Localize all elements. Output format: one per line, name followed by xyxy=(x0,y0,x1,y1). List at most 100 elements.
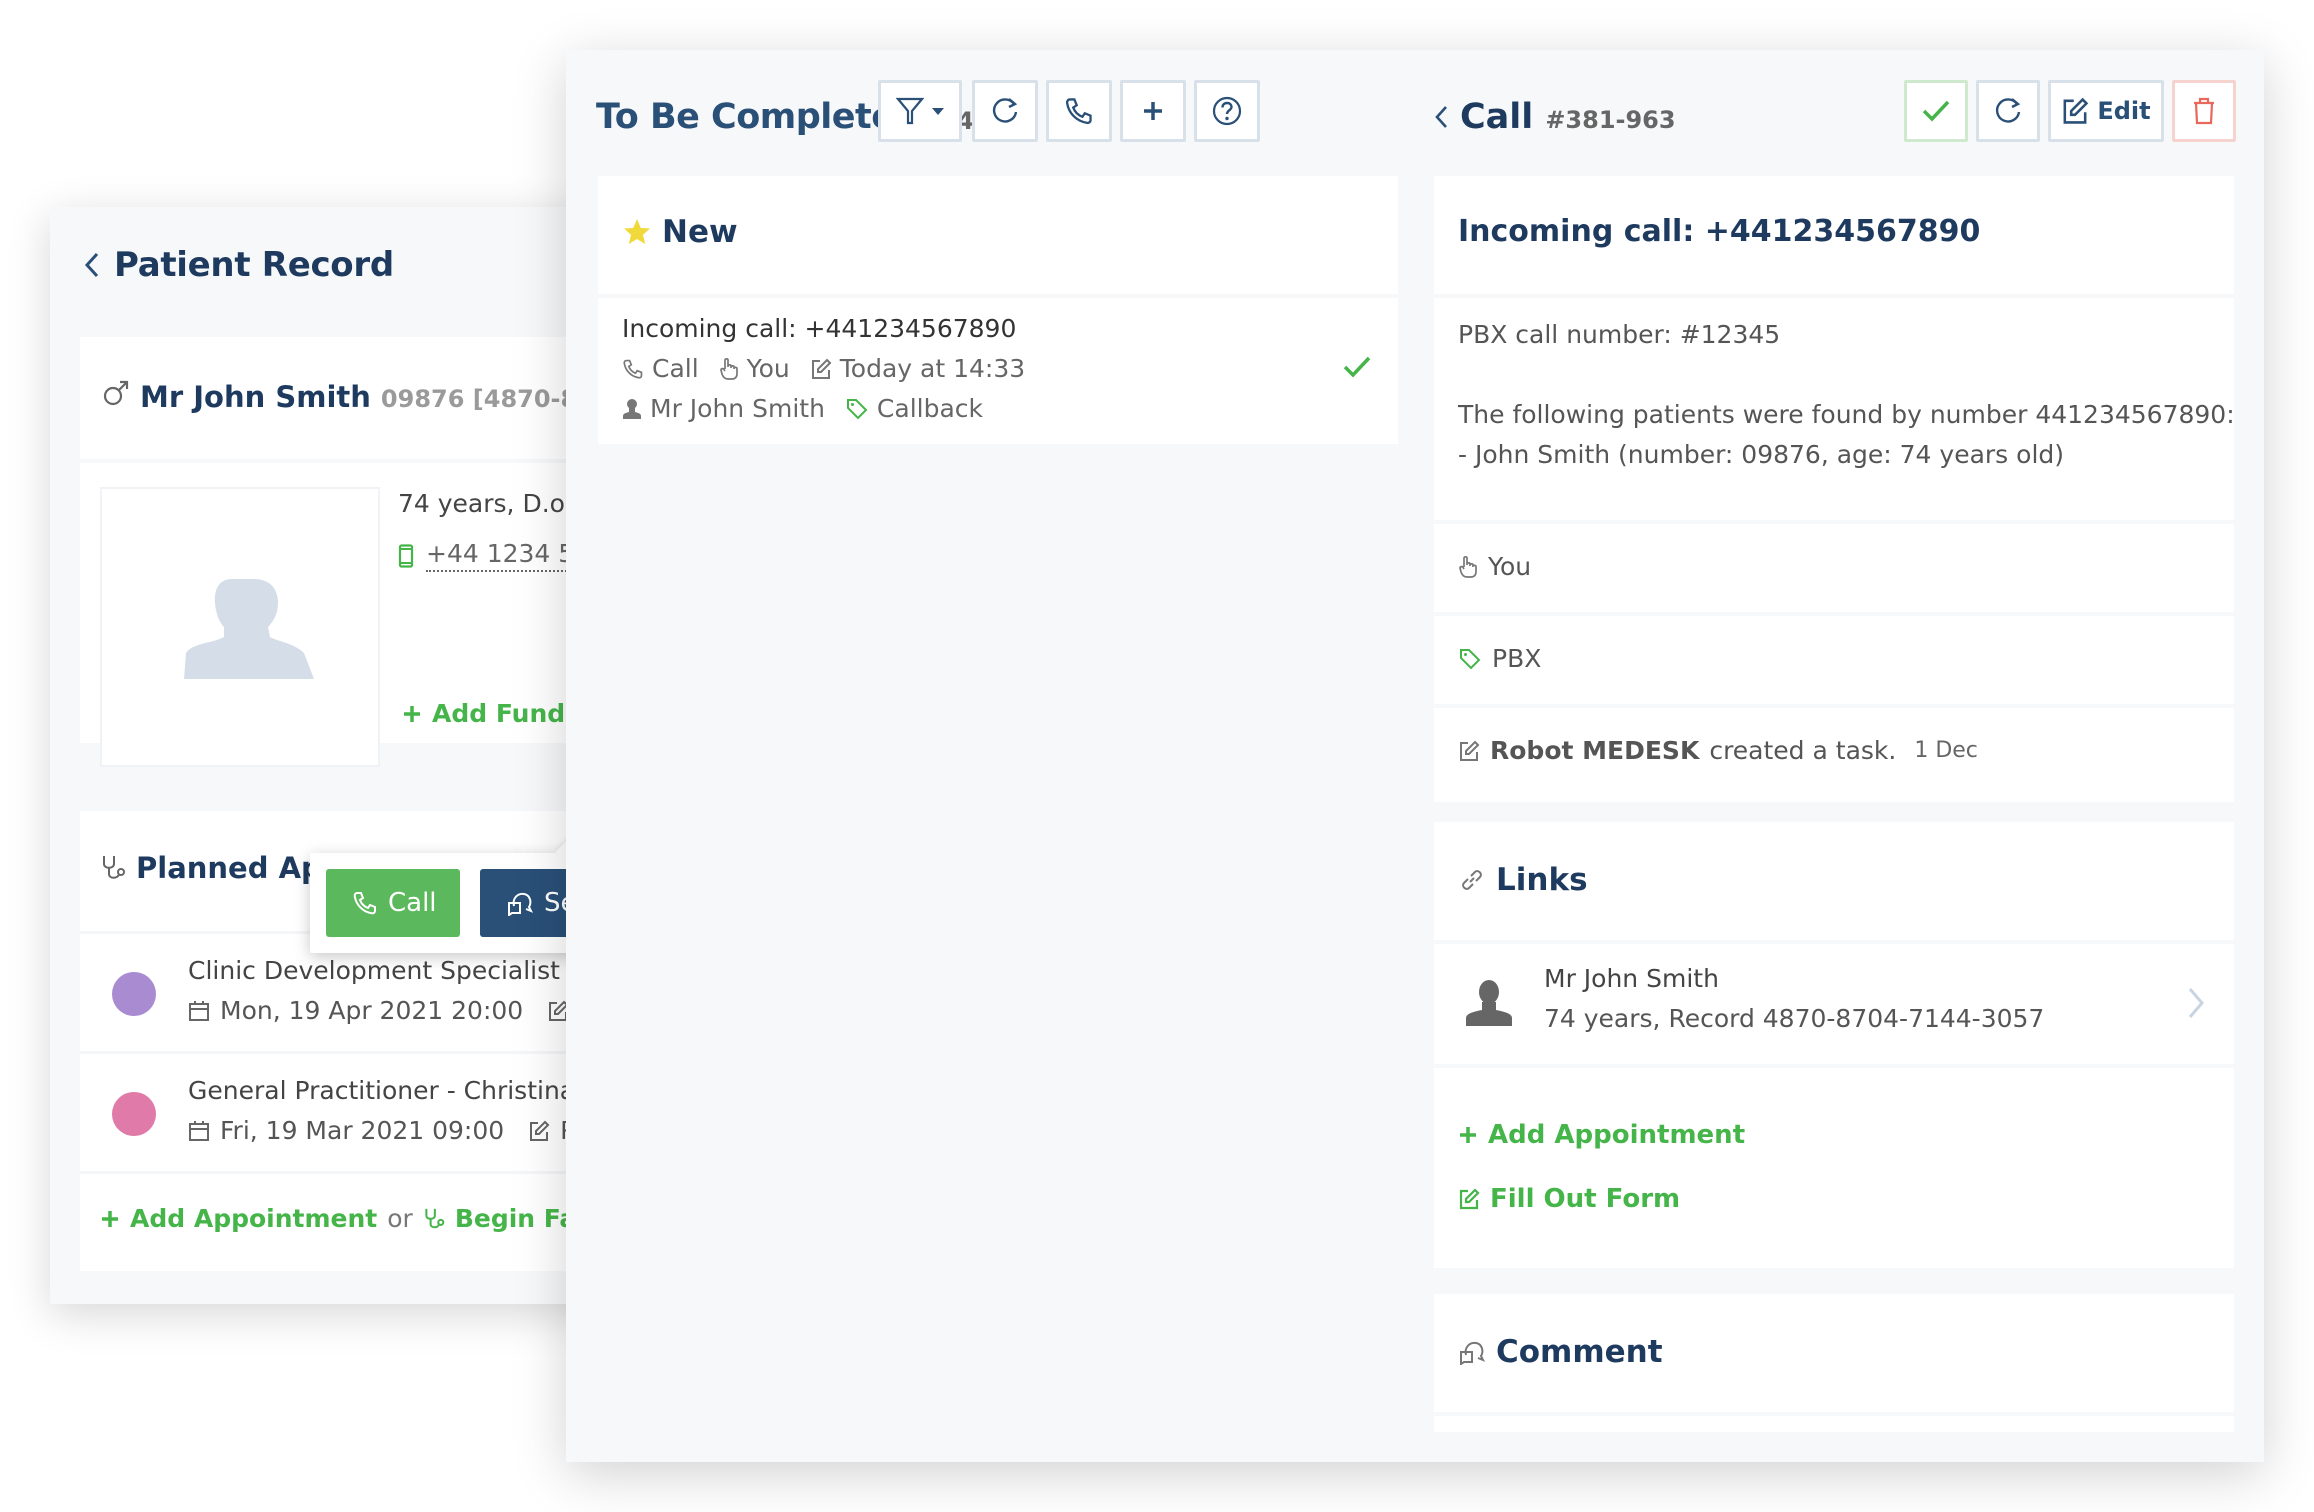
task-number: #381-963 xyxy=(1545,106,1676,134)
call-button[interactable] xyxy=(1046,80,1112,142)
stethoscope-icon xyxy=(100,854,126,882)
task-description-card: PBX call number: #12345 The following pa… xyxy=(1434,298,2235,520)
task-detail-header: Call #381-963 xyxy=(1434,84,1676,150)
task-type: Call xyxy=(652,354,699,383)
add-funds-label: Add Fund xyxy=(432,699,566,728)
linked-patient-details: 74 years, Record 4870-8704-7144-3057 xyxy=(1544,1004,2045,1033)
back-chevron-icon[interactable] xyxy=(1434,104,1448,130)
phone-icon xyxy=(622,358,644,380)
links-title: Links xyxy=(1496,862,1588,898)
description-line: PBX call number: #12345 xyxy=(1458,320,1781,349)
task-detail-title: Incoming call: +441234567890 xyxy=(1458,214,1981,249)
help-icon xyxy=(1211,95,1243,127)
appointment-title: General Practitioner - Christina xyxy=(188,1076,576,1105)
log-actor: Robot MEDESK xyxy=(1490,736,1700,765)
add-appointment-link[interactable]: Add Appointment xyxy=(130,1204,377,1233)
filter-icon xyxy=(896,96,924,126)
hand-pointer-icon xyxy=(1458,555,1478,579)
hand-pointer-icon xyxy=(719,357,739,381)
tag-icon xyxy=(1458,647,1482,671)
refresh-icon xyxy=(1993,96,2023,126)
checkmark-icon xyxy=(1921,98,1951,124)
task-actions-card: Add Appointment Fill Out Form xyxy=(1434,1068,2234,1268)
description-line: The following patients were found by num… xyxy=(1458,400,2235,429)
star-icon xyxy=(622,217,652,247)
task-assignee-row[interactable]: You xyxy=(1434,524,2234,612)
male-icon xyxy=(102,379,130,407)
add-task-button[interactable] xyxy=(1120,80,1186,142)
comment-title: Comment xyxy=(1496,1334,1663,1370)
task-tag-row[interactable]: PBX xyxy=(1434,616,2234,704)
page-title: Patient Record xyxy=(114,245,394,285)
task-created: Today at 14:33 xyxy=(839,354,1026,383)
checkmark-icon xyxy=(1342,354,1372,380)
patient-photo xyxy=(100,487,380,767)
task-patient: Mr John Smith xyxy=(650,394,825,423)
phone-number-link[interactable]: +44 1234 5 xyxy=(426,539,575,572)
patient-record-panel: Patient Record Mr John Smith 09876 [4870… xyxy=(50,207,610,1304)
add-appointment-link[interactable]: Add Appointment xyxy=(1458,1120,1745,1150)
edit-task-button[interactable]: Edit xyxy=(2048,80,2164,142)
comment-section-header: Comment xyxy=(1434,1294,2234,1412)
linked-patient-item[interactable]: Mr John Smith 74 years, Record 4870-8704… xyxy=(1434,944,2234,1064)
complete-task-button[interactable] xyxy=(1904,80,1968,142)
add-funds-link[interactable]: Add Fund xyxy=(402,699,565,728)
patient-record-header: Patient Record xyxy=(84,245,394,285)
task-type-title: Call xyxy=(1460,97,1534,137)
patient-age-dob: 74 years, D.o. xyxy=(398,489,573,518)
or-label: or xyxy=(387,1204,413,1233)
calendar-icon xyxy=(188,1000,210,1022)
help-button[interactable] xyxy=(1194,80,1260,142)
plus-icon xyxy=(1141,99,1165,123)
patient-name-card: Mr John Smith 09876 [4870-8704 xyxy=(80,337,610,459)
task-list-item[interactable]: Incoming call: +441234567890 Call You To… xyxy=(598,298,1398,444)
mobile-phone-icon xyxy=(398,543,414,568)
phone-icon xyxy=(1064,96,1094,126)
refresh-task-button[interactable] xyxy=(1976,80,2040,142)
description-line: - John Smith (number: 09876, age: 74 yea… xyxy=(1458,440,2065,469)
linked-patient-name: Mr John Smith xyxy=(1544,964,1719,993)
patient-phone[interactable]: +44 1234 5 xyxy=(398,539,575,572)
patient-info-card: 74 years, D.o. +44 1234 5 Add Fund Call xyxy=(80,463,610,953)
delete-task-button[interactable] xyxy=(2172,80,2236,142)
appointments-footer: Add Appointment or Begin Fas xyxy=(80,1171,610,1271)
task-activity-log: Robot MEDESK created a task. 1 Dec xyxy=(1434,708,2234,802)
task-group-new: New xyxy=(598,176,1398,294)
task-tag: Callback xyxy=(876,394,984,423)
calendar-icon xyxy=(188,1120,210,1142)
log-action: created a task. xyxy=(1709,736,1897,765)
task-list-title[interactable]: To Be Completed xyxy=(596,97,920,137)
chevron-right-icon xyxy=(2186,986,2206,1020)
tag-value: PBX xyxy=(1492,644,1542,673)
plus-icon xyxy=(100,1209,120,1229)
add-appointment-label: Add Appointment xyxy=(1488,1120,1746,1150)
fill-out-form-label: Fill Out Form xyxy=(1490,1184,1681,1214)
person-icon xyxy=(622,398,642,420)
caret-down-icon xyxy=(932,107,944,115)
links-section-header: Links xyxy=(1434,822,2234,940)
edit-label: Edit xyxy=(2097,97,2151,125)
back-chevron-icon[interactable] xyxy=(84,251,100,279)
call-button[interactable]: Call xyxy=(326,869,460,937)
task-title: Incoming call: +441234567890 xyxy=(622,314,1017,343)
tag-icon xyxy=(845,397,869,421)
refresh-button[interactable] xyxy=(972,80,1038,142)
appointment-datetime: Mon, 19 Apr 2021 20:00 xyxy=(220,996,524,1025)
refresh-icon xyxy=(990,96,1020,126)
edit-icon xyxy=(1458,740,1480,762)
chat-bubbles-icon xyxy=(506,890,534,916)
stethoscope-icon xyxy=(423,1207,445,1231)
trash-icon xyxy=(2192,96,2216,126)
appointment-color-dot xyxy=(112,972,156,1016)
fill-out-form-link[interactable]: Fill Out Form xyxy=(1458,1184,1680,1214)
edit-icon xyxy=(810,358,832,380)
edit-icon xyxy=(2061,97,2089,125)
tasks-panel: To Be Completed 4 New Incoming call: +44… xyxy=(566,50,2264,1462)
filter-button[interactable] xyxy=(878,80,962,142)
task-title-card: Incoming call: +441234567890 xyxy=(1434,176,2234,294)
appointment-row[interactable]: General Practitioner - Christina Fri, 19… xyxy=(80,1051,610,1171)
appointment-color-dot xyxy=(112,1092,156,1136)
comment-input-area[interactable] xyxy=(1434,1416,2234,1432)
task-assignee: You xyxy=(746,354,790,383)
avatar-placeholder-icon xyxy=(184,579,314,679)
